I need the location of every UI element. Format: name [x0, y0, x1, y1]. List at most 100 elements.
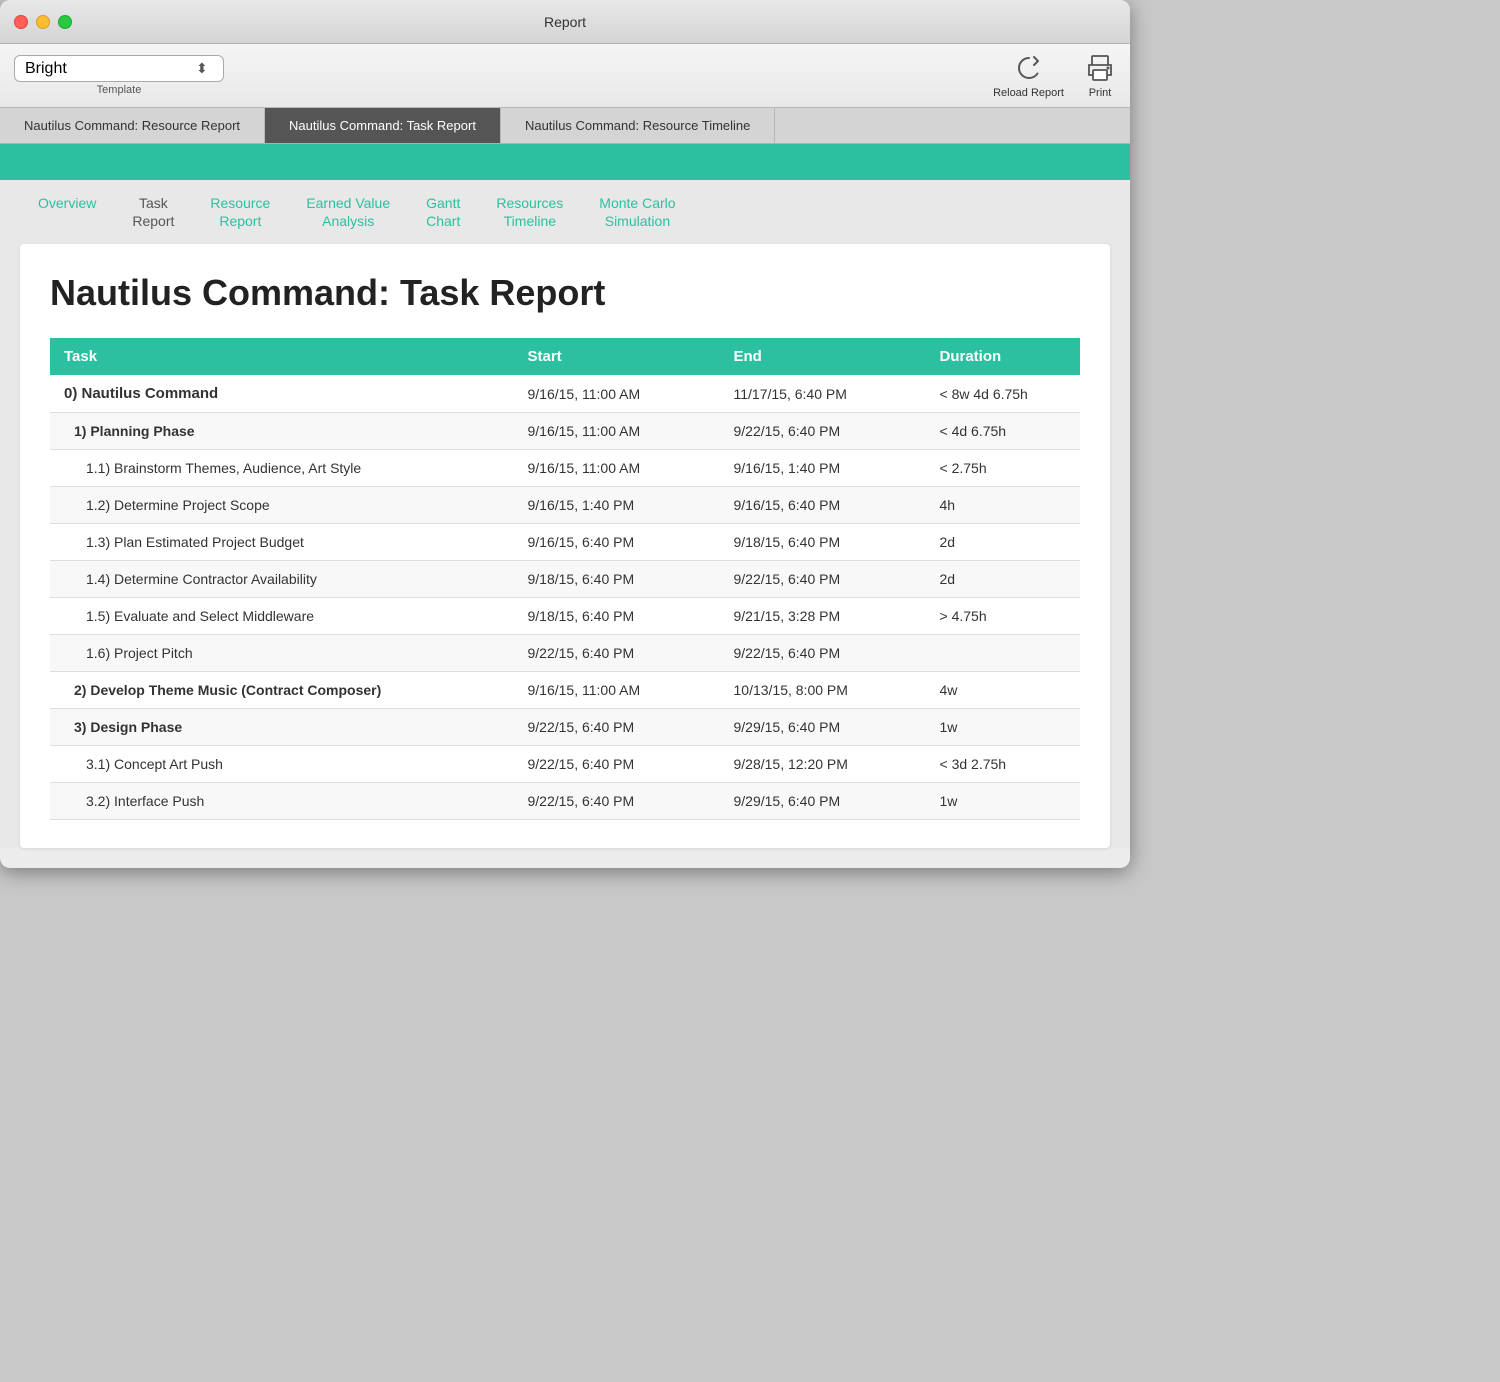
nav-task-report[interactable]: TaskReport	[114, 194, 192, 230]
nav-resources-timeline[interactable]: ResourcesTimeline	[478, 194, 581, 230]
cell-end: 9/16/15, 1:40 PM	[720, 450, 926, 487]
template-select[interactable]: Bright	[14, 55, 224, 82]
report-nav: Overview TaskReport ResourceReport Earne…	[0, 180, 1130, 244]
cell-end: 9/18/15, 6:40 PM	[720, 524, 926, 561]
toolbar-buttons: Reload Report Print	[993, 52, 1116, 99]
cell-end: 10/13/15, 8:00 PM	[720, 672, 926, 709]
cell-start: 9/18/15, 6:40 PM	[514, 598, 720, 635]
table-row: 1.2) Determine Project Scope9/16/15, 1:4…	[50, 487, 1080, 524]
cell-duration: 2d	[926, 524, 1081, 561]
print-label: Print	[1089, 87, 1112, 99]
cell-duration: 2d	[926, 561, 1081, 598]
cell-task: 1.3) Plan Estimated Project Budget	[50, 524, 514, 561]
cell-duration: 1w	[926, 783, 1081, 820]
traffic-lights	[14, 15, 72, 29]
window-title: Report	[544, 14, 586, 30]
close-button[interactable]	[14, 15, 28, 29]
cell-duration: > 4.75h	[926, 598, 1081, 635]
table-row: 3.2) Interface Push9/22/15, 6:40 PM9/29/…	[50, 783, 1080, 820]
report-content: Nautilus Command: Task Report Task Start…	[20, 244, 1110, 848]
tab-task-report[interactable]: Nautilus Command: Task Report	[265, 108, 501, 143]
cell-duration: < 8w 4d 6.75h	[926, 375, 1081, 413]
cell-duration: 4h	[926, 487, 1081, 524]
cell-start: 9/22/15, 6:40 PM	[514, 635, 720, 672]
cell-task: 0) Nautilus Command	[50, 375, 514, 413]
minimize-button[interactable]	[36, 15, 50, 29]
cell-start: 9/22/15, 6:40 PM	[514, 709, 720, 746]
reload-button[interactable]: Reload Report	[993, 52, 1064, 99]
cell-start: 9/16/15, 11:00 AM	[514, 375, 720, 413]
main-window: Report Bright ⬍ Template Reload Repor	[0, 0, 1130, 868]
col-header-duration: Duration	[926, 338, 1081, 375]
content-area: Overview TaskReport ResourceReport Earne…	[0, 144, 1130, 848]
table-header: Task Start End Duration	[50, 338, 1080, 375]
table-row: 1.3) Plan Estimated Project Budget9/16/1…	[50, 524, 1080, 561]
green-header-bar	[0, 144, 1130, 180]
reload-label: Reload Report	[993, 87, 1064, 99]
cell-task: 1) Planning Phase	[50, 413, 514, 450]
cell-task: 3.1) Concept Art Push	[50, 746, 514, 783]
nav-earned-value[interactable]: Earned ValueAnalysis	[288, 194, 408, 230]
cell-duration: 1w	[926, 709, 1081, 746]
nav-monte-carlo[interactable]: Monte CarloSimulation	[581, 194, 693, 230]
toolbar: Bright ⬍ Template Reload Report	[0, 44, 1130, 108]
table-row: 1.1) Brainstorm Themes, Audience, Art St…	[50, 450, 1080, 487]
nav-overview[interactable]: Overview	[20, 194, 114, 212]
cell-end: 9/22/15, 6:40 PM	[720, 635, 926, 672]
print-icon	[1084, 52, 1116, 84]
cell-duration: < 3d 2.75h	[926, 746, 1081, 783]
cell-task: 1.6) Project Pitch	[50, 635, 514, 672]
cell-duration: 4w	[926, 672, 1081, 709]
cell-start: 9/18/15, 6:40 PM	[514, 561, 720, 598]
cell-task: 3.2) Interface Push	[50, 783, 514, 820]
reload-icon	[1013, 52, 1045, 84]
task-table: Task Start End Duration 0) Nautilus Comm…	[50, 338, 1080, 820]
table-row: 1.6) Project Pitch9/22/15, 6:40 PM9/22/1…	[50, 635, 1080, 672]
table-row: 3) Design Phase9/22/15, 6:40 PM9/29/15, …	[50, 709, 1080, 746]
cell-task: 2) Develop Theme Music (Contract Compose…	[50, 672, 514, 709]
cell-start: 9/22/15, 6:40 PM	[514, 746, 720, 783]
cell-end: 9/21/15, 3:28 PM	[720, 598, 926, 635]
cell-start: 9/16/15, 11:00 AM	[514, 413, 720, 450]
cell-end: 9/22/15, 6:40 PM	[720, 413, 926, 450]
title-bar: Report	[0, 0, 1130, 44]
cell-duration: < 4d 6.75h	[926, 413, 1081, 450]
cell-end: 9/22/15, 6:40 PM	[720, 561, 926, 598]
tabs-bar: Nautilus Command: Resource Report Nautil…	[0, 108, 1130, 144]
cell-duration: < 2.75h	[926, 450, 1081, 487]
cell-start: 9/16/15, 11:00 AM	[514, 450, 720, 487]
cell-end: 9/16/15, 6:40 PM	[720, 487, 926, 524]
maximize-button[interactable]	[58, 15, 72, 29]
cell-end: 9/28/15, 12:20 PM	[720, 746, 926, 783]
table-row: 1.4) Determine Contractor Availability9/…	[50, 561, 1080, 598]
cell-task: 1.2) Determine Project Scope	[50, 487, 514, 524]
cell-duration	[926, 635, 1081, 672]
cell-start: 9/16/15, 6:40 PM	[514, 524, 720, 561]
cell-task: 3) Design Phase	[50, 709, 514, 746]
cell-end: 11/17/15, 6:40 PM	[720, 375, 926, 413]
cell-task: 1.5) Evaluate and Select Middleware	[50, 598, 514, 635]
template-section: Bright ⬍ Template	[14, 55, 224, 96]
table-row: 3.1) Concept Art Push9/22/15, 6:40 PM9/2…	[50, 746, 1080, 783]
table-row: 1) Planning Phase9/16/15, 11:00 AM9/22/1…	[50, 413, 1080, 450]
cell-task: 1.4) Determine Contractor Availability	[50, 561, 514, 598]
tab-resource-timeline[interactable]: Nautilus Command: Resource Timeline	[501, 108, 775, 143]
nav-gantt-chart[interactable]: GanttChart	[408, 194, 478, 230]
print-button[interactable]: Print	[1084, 52, 1116, 99]
cell-end: 9/29/15, 6:40 PM	[720, 709, 926, 746]
template-label: Template	[14, 84, 224, 96]
nav-resource-report[interactable]: ResourceReport	[192, 194, 288, 230]
cell-start: 9/16/15, 11:00 AM	[514, 672, 720, 709]
table-row: 2) Develop Theme Music (Contract Compose…	[50, 672, 1080, 709]
report-title: Nautilus Command: Task Report	[50, 272, 1080, 314]
cell-start: 9/16/15, 1:40 PM	[514, 487, 720, 524]
col-header-start: Start	[514, 338, 720, 375]
col-header-task: Task	[50, 338, 514, 375]
table-row: 1.5) Evaluate and Select Middleware9/18/…	[50, 598, 1080, 635]
cell-task: 1.1) Brainstorm Themes, Audience, Art St…	[50, 450, 514, 487]
cell-start: 9/22/15, 6:40 PM	[514, 783, 720, 820]
table-row: 0) Nautilus Command9/16/15, 11:00 AM11/1…	[50, 375, 1080, 413]
template-select-wrapper: Bright ⬍	[14, 55, 208, 82]
tab-resource-report[interactable]: Nautilus Command: Resource Report	[0, 108, 265, 143]
table-body: 0) Nautilus Command9/16/15, 11:00 AM11/1…	[50, 375, 1080, 820]
